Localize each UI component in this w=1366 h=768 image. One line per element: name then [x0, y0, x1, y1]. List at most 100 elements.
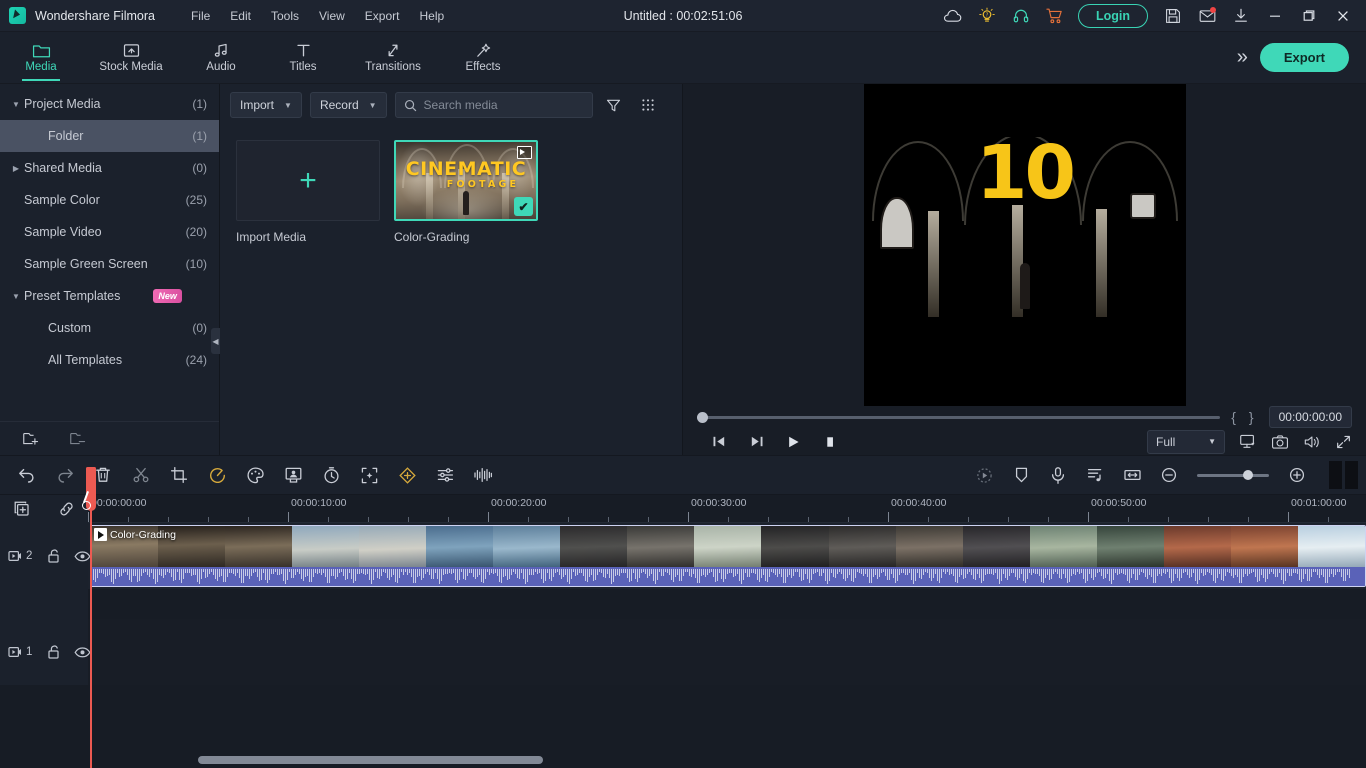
export-button[interactable]: Export — [1260, 43, 1349, 72]
ruler-minor-tick — [768, 517, 769, 522]
sidebar-item-shared-media[interactable]: ▶ Shared Media (0) — [0, 152, 219, 184]
tab-effects[interactable]: Effects — [442, 32, 524, 84]
preview-seek-thumb[interactable] — [697, 412, 708, 423]
tab-audio[interactable]: Audio — [180, 32, 262, 84]
menu-help[interactable]: Help — [409, 4, 454, 28]
tab-titles[interactable]: Titles — [262, 32, 344, 84]
collapse-sidebar-handle[interactable]: ◀ — [211, 328, 220, 354]
sidebar-item-sample-green-screen[interactable]: Sample Green Screen (10) — [0, 248, 219, 280]
unlock-icon[interactable] — [46, 548, 61, 564]
menu-file[interactable]: File — [181, 4, 220, 28]
stop-icon[interactable] — [822, 434, 839, 450]
sidebar-item-project-media[interactable]: ▼ Project Media (1) — [0, 88, 219, 120]
login-button[interactable]: Login — [1078, 4, 1148, 28]
timeline-horizontal-scrollbar[interactable] — [198, 756, 543, 764]
render-preview-icon[interactable] — [971, 462, 997, 488]
playhead-handle[interactable] — [86, 467, 96, 511]
undo-icon[interactable] — [14, 462, 40, 488]
voiceover-mic-icon[interactable] — [1045, 462, 1071, 488]
sidebar-item-all-templates[interactable]: All Templates (24) — [0, 344, 219, 376]
sidebar-item-sample-color[interactable]: Sample Color (25) — [0, 184, 219, 216]
volume-icon[interactable] — [1303, 434, 1321, 450]
tab-transitions[interactable]: Transitions — [344, 32, 442, 84]
tab-stock-media[interactable]: Stock Media — [82, 32, 180, 84]
prev-frame-icon[interactable] — [711, 434, 728, 450]
unlock-icon[interactable] — [46, 644, 61, 660]
green-screen-icon[interactable] — [280, 462, 306, 488]
preview-stage[interactable]: 10 — [683, 84, 1366, 406]
audio-mixer-icon[interactable] — [432, 462, 458, 488]
zoom-in-icon[interactable] — [1284, 462, 1310, 488]
resolution-label: Full — [1156, 435, 1175, 449]
menu-tools[interactable]: Tools — [261, 4, 309, 28]
import-button[interactable]: Import ▼ — [230, 92, 302, 118]
menu-edit[interactable]: Edit — [220, 4, 261, 28]
menu-view[interactable]: View — [309, 4, 355, 28]
zoom-out-icon[interactable] — [1156, 462, 1182, 488]
tab-media[interactable]: Media — [0, 32, 82, 84]
more-tabs-chevron-icon[interactable]: » — [1225, 46, 1260, 69]
link-icon[interactable] — [57, 500, 76, 518]
timeline-clip-color-grading[interactable]: Color-Grading — [90, 525, 1366, 587]
download-icon[interactable] — [1224, 0, 1258, 32]
audio-waveform-icon[interactable] — [470, 462, 496, 488]
new-folder-icon[interactable] — [22, 430, 41, 447]
record-button[interactable]: Record ▼ — [310, 92, 387, 118]
screen-icon[interactable] — [1239, 433, 1257, 450]
mail-icon[interactable] — [1190, 0, 1224, 32]
save-icon[interactable] — [1156, 0, 1190, 32]
track-2-body[interactable]: Color-Grading — [88, 523, 1366, 589]
audio-detach-icon[interactable] — [1082, 462, 1108, 488]
mark-in-button[interactable]: { — [1229, 409, 1238, 425]
split-scissors-icon[interactable] — [128, 462, 154, 488]
resolution-select[interactable]: Full ▼ — [1147, 430, 1225, 454]
selected-check-icon[interactable]: ✔ — [514, 197, 533, 216]
search-media-box[interactable] — [395, 92, 593, 118]
fit-timeline-icon[interactable] — [1119, 462, 1145, 488]
add-track-icon[interactable] — [13, 500, 31, 518]
sidebar-item-custom[interactable]: Custom (0) — [0, 312, 219, 344]
ruler-minor-tick — [1008, 517, 1009, 522]
preview-seek-bar[interactable] — [697, 416, 1220, 419]
close-icon[interactable] — [1326, 0, 1360, 32]
duration-timer-icon[interactable] — [318, 462, 344, 488]
speed-icon[interactable] — [204, 462, 230, 488]
color-palette-icon[interactable] — [242, 462, 268, 488]
sidebar-item-preset-templates[interactable]: ▼ Preset Templates New — [0, 280, 219, 312]
search-input[interactable] — [424, 98, 584, 112]
timeline-ruler[interactable]: 00:00:00:0000:00:10:0000:00:20:0000:00:3… — [88, 495, 1366, 523]
lightbulb-icon[interactable]: ? — [970, 0, 1004, 32]
cart-icon[interactable] — [1038, 0, 1072, 32]
thumbnail-person — [463, 191, 469, 215]
play-icon[interactable] — [785, 434, 802, 450]
mark-out-button[interactable]: } — [1247, 409, 1256, 425]
panel-layout-toggle[interactable] — [1329, 461, 1358, 489]
preview-timecode[interactable]: 00:00:00:00 — [1269, 406, 1352, 428]
import-media-tile[interactable]: + Import Media — [236, 140, 380, 244]
sidebar-item-folder[interactable]: Folder (1) — [0, 120, 219, 152]
marker-icon[interactable] — [1008, 462, 1034, 488]
media-thumbnail[interactable]: CINEMATIC FOOTAGE ✔ — [394, 140, 538, 221]
keyframe-diamond-icon[interactable] — [394, 462, 420, 488]
timeline-zoom-slider[interactable] — [1197, 474, 1269, 477]
cloud-icon[interactable] — [936, 0, 970, 32]
minimize-icon[interactable] — [1258, 0, 1292, 32]
next-frame-icon[interactable] — [748, 434, 765, 450]
media-item-color-grading[interactable]: CINEMATIC FOOTAGE ✔ Color-Grading — [394, 140, 538, 244]
remove-folder-icon[interactable] — [69, 430, 88, 447]
snapshot-camera-icon[interactable] — [1271, 434, 1289, 450]
menu-export[interactable]: Export — [355, 4, 410, 28]
maximize-icon[interactable] — [1292, 0, 1326, 32]
grid-view-icon[interactable] — [635, 92, 661, 118]
fullscreen-icon[interactable] — [1335, 434, 1352, 450]
headphones-icon[interactable] — [1004, 0, 1038, 32]
crop-icon[interactable] — [166, 462, 192, 488]
filter-icon[interactable] — [601, 92, 627, 118]
import-media-dropzone[interactable]: + — [236, 140, 380, 221]
sidebar-item-sample-video[interactable]: Sample Video (20) — [0, 216, 219, 248]
playhead[interactable] — [90, 467, 92, 768]
track-1-body[interactable] — [88, 619, 1366, 685]
motion-tracking-icon[interactable] — [356, 462, 382, 488]
zoom-slider-knob[interactable] — [1243, 470, 1253, 480]
redo-icon[interactable] — [52, 462, 78, 488]
